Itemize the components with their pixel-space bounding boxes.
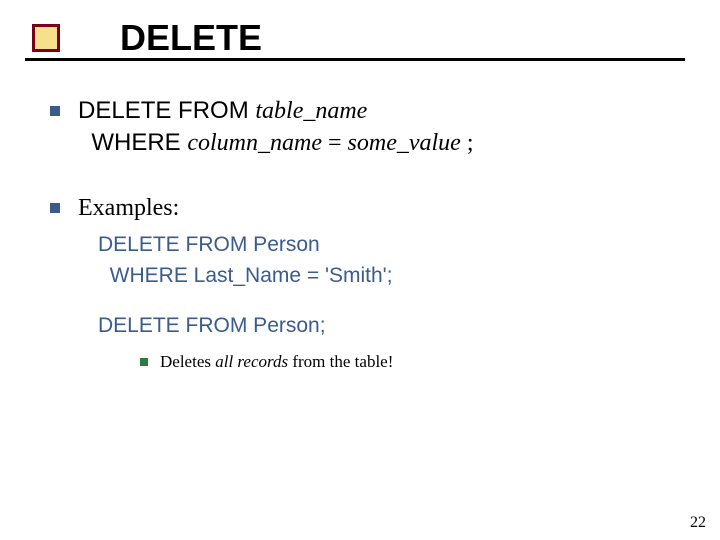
- slide-title: DELETE: [120, 20, 262, 56]
- bullet-delete-syntax: DELETE FROM table_name WHERE column_name…: [50, 95, 680, 160]
- delete-syntax-text: DELETE FROM table_name WHERE column_name…: [78, 95, 474, 160]
- slide-body: DELETE FROM table_name WHERE column_name…: [50, 95, 680, 380]
- syntax-part: ;: [461, 130, 474, 156]
- syntax-part: DELETE FROM: [78, 97, 255, 124]
- slide: DELETE DELETE FROM table_name WHERE colu…: [0, 0, 720, 540]
- sub-bullet-note: Deletes all records from the table!: [140, 351, 680, 373]
- title-underline: [25, 58, 685, 61]
- syntax-some-value: some_value: [348, 130, 461, 156]
- syntax-column-name: column_name: [187, 130, 322, 156]
- syntax-table-name: table_name: [255, 98, 367, 124]
- title-area: DELETE: [35, 20, 262, 56]
- syntax-part: =: [322, 130, 348, 156]
- bullet-examples: Examples:: [50, 192, 680, 224]
- note-emphasis: all records: [215, 352, 288, 371]
- note-part: Deletes: [160, 352, 215, 371]
- examples-label: Examples:: [78, 192, 179, 224]
- square-bullet-icon: [140, 358, 148, 366]
- example-2: DELETE FROM Person;: [98, 311, 680, 341]
- example-1-line-2: WHERE Last_Name = 'Smith';: [98, 261, 680, 291]
- note-text: Deletes all records from the table!: [160, 351, 393, 373]
- example-1: DELETE FROM Person WHERE Last_Name = 'Sm…: [98, 230, 680, 291]
- square-bullet-icon: [50, 106, 60, 116]
- title-accent-box: [32, 24, 60, 52]
- example-1-line-1: DELETE FROM Person: [98, 230, 680, 260]
- note-part: from the table!: [288, 352, 393, 371]
- syntax-part: WHERE: [78, 129, 187, 156]
- page-number: 22: [690, 514, 706, 532]
- square-bullet-icon: [50, 203, 60, 213]
